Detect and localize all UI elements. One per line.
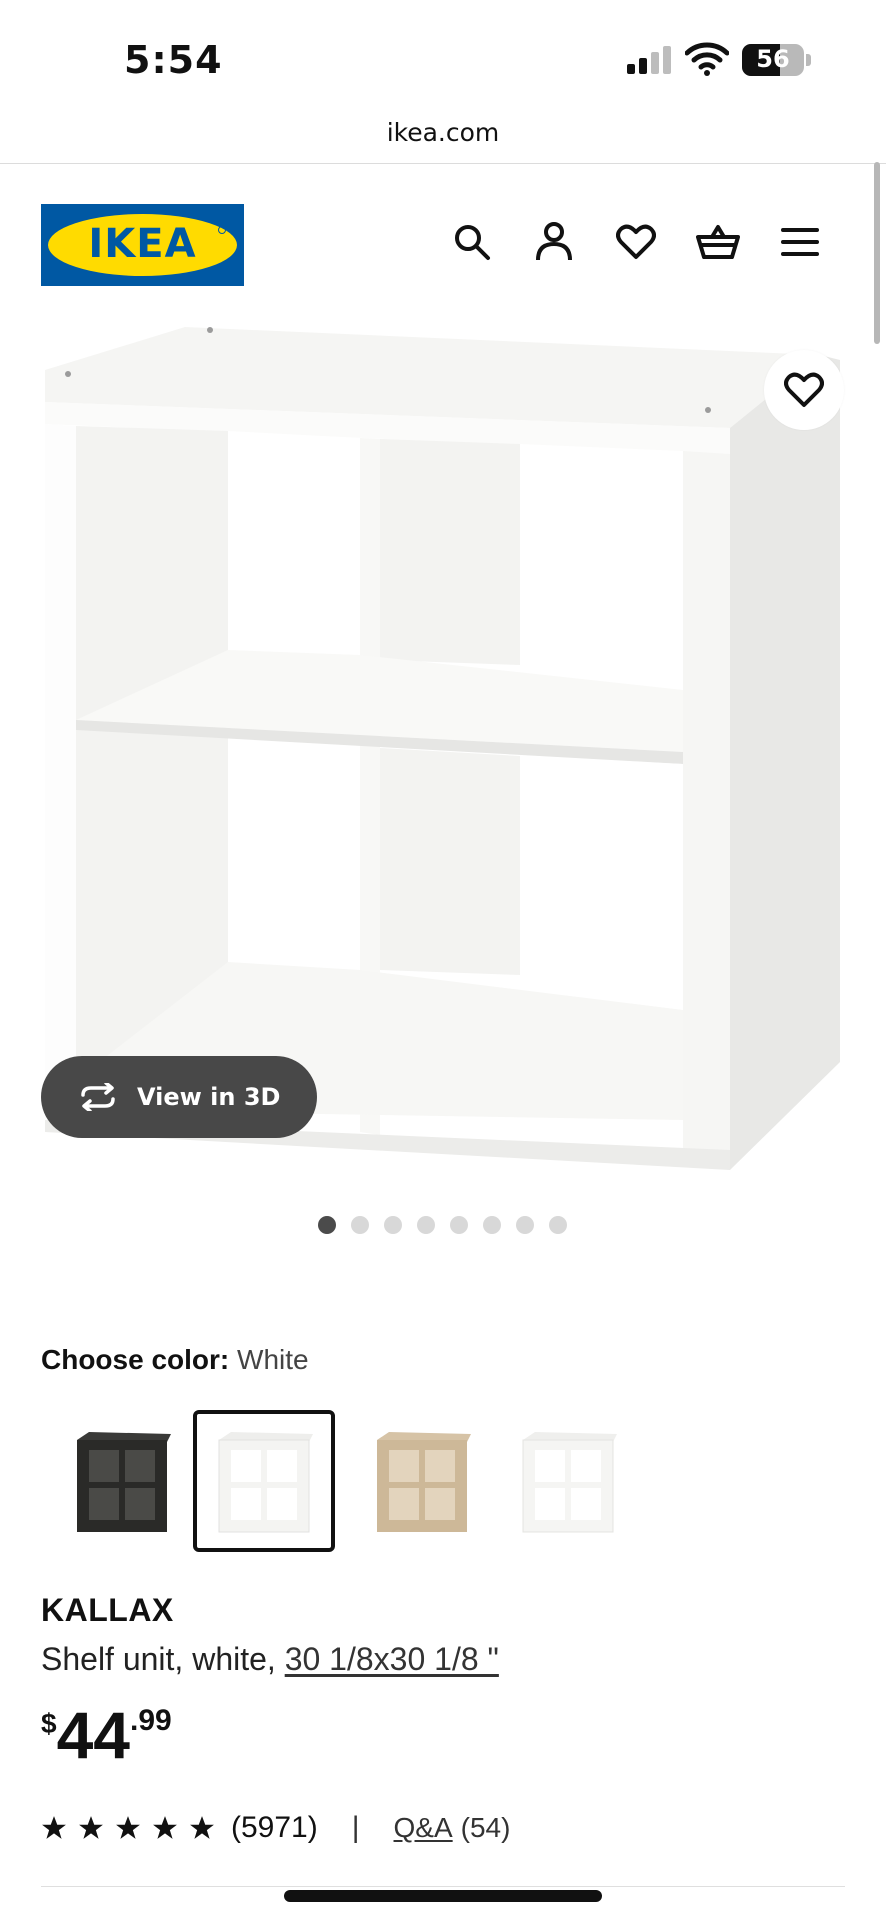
choose-color-label: Choose color: xyxy=(41,1344,230,1375)
heart-icon xyxy=(784,372,824,407)
rating-row: (5971) | Q&A (54) xyxy=(41,1806,510,1850)
view-in-3d-button[interactable]: View in 3D xyxy=(41,1056,317,1138)
price-currency: $ xyxy=(41,1708,57,1739)
product-description-line: Shelf unit, white, 30 1/8x30 1/8 " xyxy=(41,1641,499,1678)
account-icon[interactable] xyxy=(532,220,576,264)
wifi-icon xyxy=(684,42,730,81)
gallery-dot-6[interactable] xyxy=(483,1216,501,1234)
star-icon xyxy=(79,1816,103,1839)
oak-shelf-thumb xyxy=(377,1432,471,1532)
signal-icon xyxy=(627,46,673,74)
cart-icon[interactable] xyxy=(696,220,740,264)
star-icon xyxy=(116,1816,140,1839)
product-description: Shelf unit, white, xyxy=(41,1641,276,1677)
price-decimal: .99 xyxy=(130,1704,172,1737)
rating-stars[interactable] xyxy=(41,1815,215,1841)
gallery-dot-4[interactable] xyxy=(417,1216,435,1234)
product-name: KALLAX xyxy=(41,1592,174,1628)
gallery-dot-7[interactable] xyxy=(516,1216,534,1234)
favorites-icon[interactable] xyxy=(614,220,658,264)
gallery-dot-8[interactable] xyxy=(549,1216,567,1234)
url-domain: ikea.com xyxy=(386,118,500,147)
add-to-favorites-button[interactable] xyxy=(764,350,844,430)
battery-level: 56 xyxy=(756,45,790,73)
search-icon[interactable] xyxy=(450,220,494,264)
url-bar[interactable]: ikea.com xyxy=(0,110,886,164)
choose-color-heading: Choose color: White xyxy=(41,1344,309,1376)
product-size-link[interactable]: 30 1/8x30 1/8 " xyxy=(285,1641,499,1677)
color-swatch-white-stained-oak[interactable] xyxy=(351,1410,493,1552)
rating-separator: | xyxy=(351,1811,360,1844)
color-swatch-black-brown[interactable] xyxy=(51,1410,193,1552)
product-image[interactable] xyxy=(40,320,850,1180)
status-time: 5:54 xyxy=(124,38,223,82)
star-icon xyxy=(153,1816,177,1839)
gallery-dot-2[interactable] xyxy=(351,1216,369,1234)
view-in-3d-label: View in 3D xyxy=(137,1083,281,1111)
battery-cap xyxy=(806,54,811,66)
color-swatch-white-alt[interactable] xyxy=(497,1410,639,1552)
ikea-logo[interactable]: IKEA xyxy=(41,204,244,286)
white-shelf-thumb xyxy=(218,1432,313,1533)
registered-mark xyxy=(218,226,226,234)
battery-icon: 56 xyxy=(742,44,804,76)
qa-link[interactable]: Q&A xyxy=(394,1812,453,1843)
gallery-dot-1[interactable] xyxy=(318,1216,336,1234)
review-count-link[interactable]: (5971) xyxy=(231,1811,318,1845)
gallery-pagination xyxy=(318,1216,567,1234)
product-price: $ 44 .99 xyxy=(41,1700,172,1770)
star-icon xyxy=(190,1816,214,1839)
qa-group: Q&A (54) xyxy=(394,1812,511,1844)
logo-text: IKEA xyxy=(88,221,197,267)
section-divider xyxy=(41,1886,845,1887)
gallery-dot-5[interactable] xyxy=(450,1216,468,1234)
selected-color: White xyxy=(237,1344,309,1375)
home-indicator[interactable] xyxy=(284,1890,602,1902)
white-alt-shelf-thumb xyxy=(522,1432,617,1533)
status-bar: 5:54 56 xyxy=(0,0,886,110)
color-swatch-white[interactable] xyxy=(193,1410,335,1552)
scrollbar-thumb[interactable] xyxy=(874,162,880,344)
black-brown-shelf-thumb xyxy=(77,1432,171,1532)
rotate-3d-icon xyxy=(81,1083,115,1111)
star-icon xyxy=(42,1816,66,1839)
gallery-dot-3[interactable] xyxy=(384,1216,402,1234)
menu-icon[interactable] xyxy=(778,220,822,264)
price-integer: 44 xyxy=(56,1698,130,1772)
qa-count: (54) xyxy=(460,1812,511,1843)
